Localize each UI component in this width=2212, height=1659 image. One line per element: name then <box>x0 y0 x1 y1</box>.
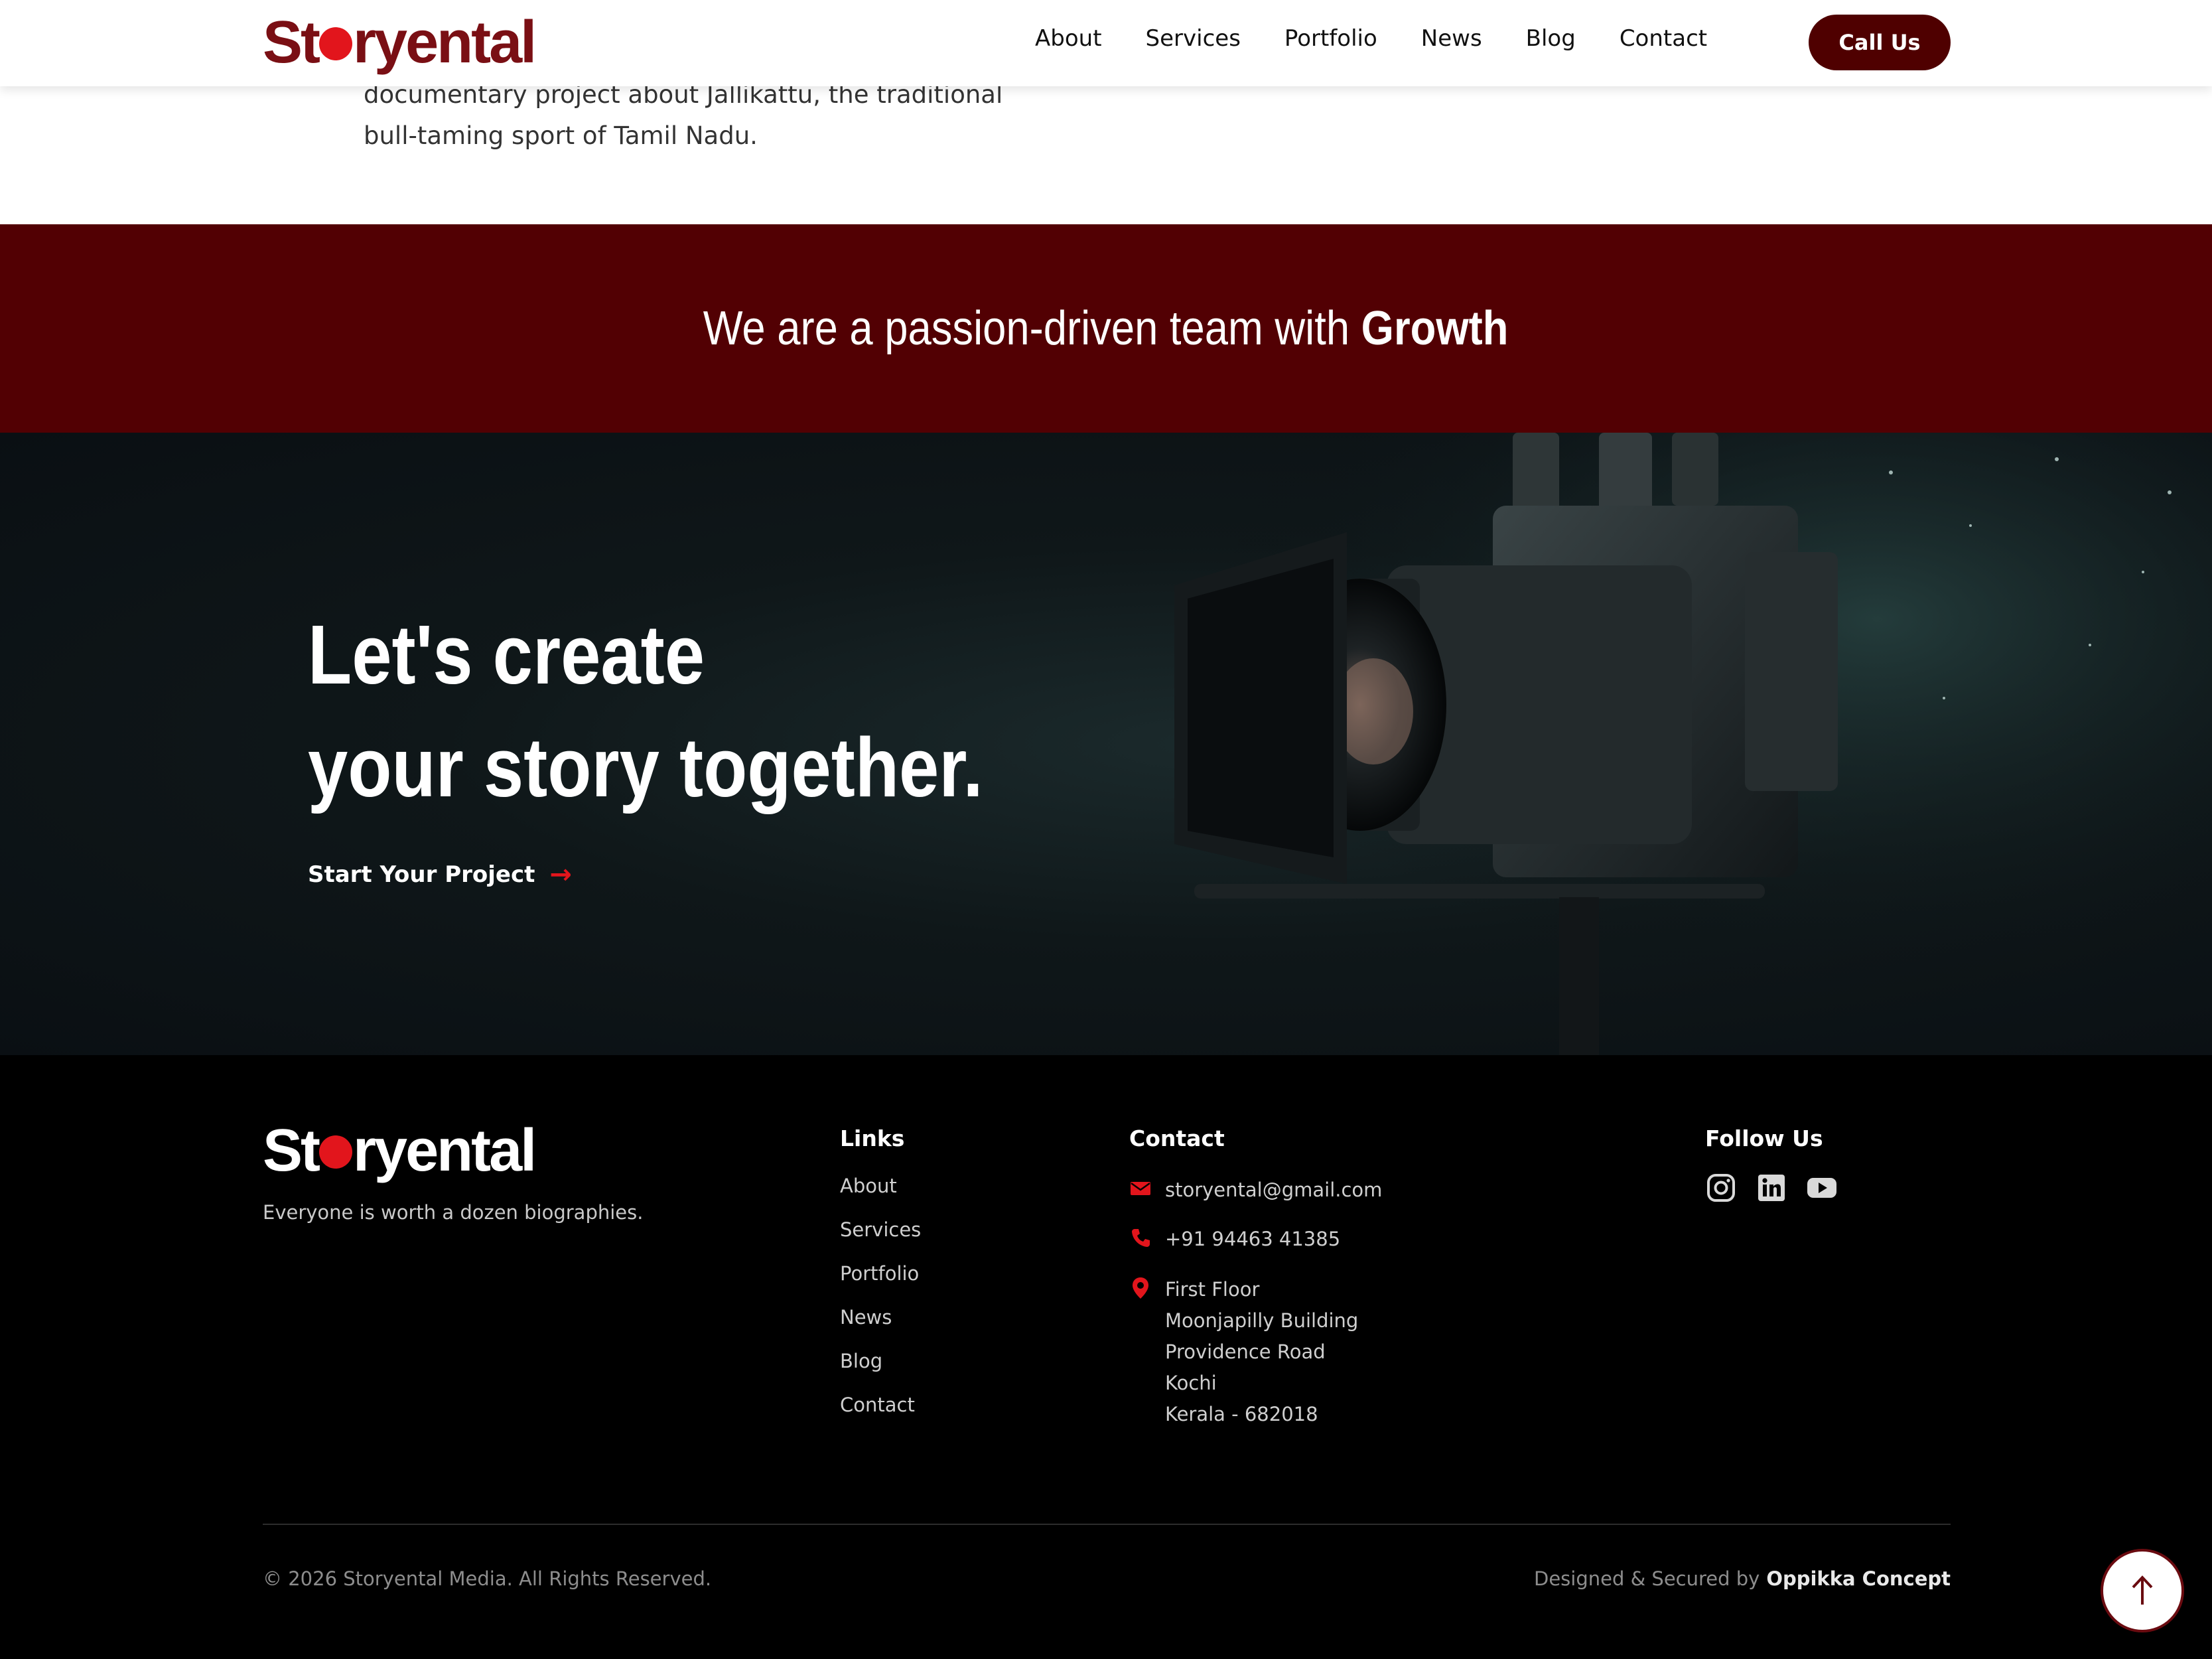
contact-email[interactable]: storyental@gmail.com <box>1129 1175 1382 1206</box>
footer-link-services[interactable]: Services <box>840 1218 921 1262</box>
address-text: First Floor Moonjapilly Building Provide… <box>1165 1274 1358 1430</box>
address-line: Kerala - 682018 <box>1165 1403 1318 1425</box>
footer-link-contact[interactable]: Contact <box>840 1394 921 1437</box>
intro-line: bull-taming sport of Tamil Nadu. <box>364 121 758 150</box>
logo-dot-icon <box>319 27 352 61</box>
mail-icon <box>1129 1177 1152 1200</box>
logo-wordmark: St ryental <box>263 9 537 76</box>
copyright-text: © 2026 Storyental Media. All Rights Rese… <box>263 1567 712 1590</box>
address-line: Moonjapilly Building <box>1165 1309 1359 1332</box>
footer-link-about[interactable]: About <box>840 1175 921 1218</box>
call-us-button[interactable]: Call Us <box>1809 15 1951 70</box>
main-nav: About Services Portfolio News Blog Conta… <box>1035 25 1751 52</box>
start-project-label: Start Your Project <box>308 861 535 888</box>
footer-link-portfolio[interactable]: Portfolio <box>840 1262 921 1306</box>
nav-news[interactable]: News <box>1421 25 1482 52</box>
location-pin-icon <box>1129 1277 1152 1299</box>
intro-paragraph: documentary project about Jallikattu, th… <box>364 74 1093 157</box>
camera-image <box>1095 433 2212 1055</box>
footer-link-blog[interactable]: Blog <box>840 1350 921 1394</box>
footer-divider <box>263 1524 1951 1525</box>
designer-link[interactable]: Oppikka Concept <box>1766 1567 1951 1590</box>
nav-contact[interactable]: Contact <box>1620 25 1707 52</box>
contact-address: First Floor Moonjapilly Building Provide… <box>1129 1274 1358 1430</box>
instagram-icon[interactable] <box>1705 1172 1737 1204</box>
arrow-right-icon: → <box>549 859 572 890</box>
cta-heading-line: Let's create <box>308 608 705 701</box>
nav-portfolio[interactable]: Portfolio <box>1284 25 1377 52</box>
cta-section: Let's create your story together. Start … <box>0 433 2212 1055</box>
youtube-icon[interactable] <box>1806 1172 1838 1204</box>
address-line: Providence Road <box>1165 1340 1326 1363</box>
follow-title: Follow Us <box>1705 1125 1823 1151</box>
arrow-up-icon <box>2132 1575 2153 1605</box>
social-links <box>1705 1172 1838 1204</box>
site-footer: St ryental Everyone is worth a dozen biog… <box>0 1055 2212 1659</box>
nav-about[interactable]: About <box>1035 25 1102 52</box>
banner-text: We are a passion-driven team with Growth <box>703 301 1509 356</box>
cta-heading-line: your story together. <box>308 721 983 814</box>
email-text: storyental@gmail.com <box>1165 1179 1383 1201</box>
credits: Designed & Secured by Oppikka Concept <box>1534 1567 1951 1590</box>
growth-banner: We are a passion-driven team with Growth <box>0 224 2212 433</box>
address-line: Kochi <box>1165 1372 1217 1394</box>
links-title: Links <box>840 1125 905 1151</box>
logo-wordmark: St ryental <box>263 1118 537 1184</box>
designed-by-text: Designed & Secured by <box>1533 1567 1760 1590</box>
phone-text: +91 94463 41385 <box>1165 1228 1341 1250</box>
site-header: St ryental About Services Portfolio News … <box>0 0 2212 86</box>
banner-highlight: Growth <box>1361 302 1509 355</box>
header-logo[interactable]: St ryental <box>263 9 537 76</box>
contact-title: Contact <box>1129 1125 1225 1151</box>
footer-link-news[interactable]: News <box>840 1306 921 1350</box>
footer-links: About Services Portfolio News Blog Conta… <box>840 1175 921 1437</box>
cta-heading: Let's create your story together. <box>308 599 983 824</box>
start-project-link[interactable]: Start Your Project → <box>308 861 572 888</box>
phone-icon <box>1129 1226 1152 1249</box>
nav-services[interactable]: Services <box>1146 25 1241 52</box>
back-to-top-button[interactable] <box>2101 1549 2184 1632</box>
nav-blog[interactable]: Blog <box>1526 25 1576 52</box>
footer-tagline: Everyone is worth a dozen biographies. <box>263 1201 644 1224</box>
footer-logo[interactable]: St ryental <box>263 1118 537 1184</box>
banner-lead: We are a passion-driven team with <box>703 302 1362 355</box>
contact-phone[interactable]: +91 94463 41385 <box>1129 1224 1340 1255</box>
logo-dot-icon <box>319 1135 352 1169</box>
address-line: First Floor <box>1165 1278 1260 1301</box>
linkedin-icon[interactable] <box>1756 1172 1787 1204</box>
